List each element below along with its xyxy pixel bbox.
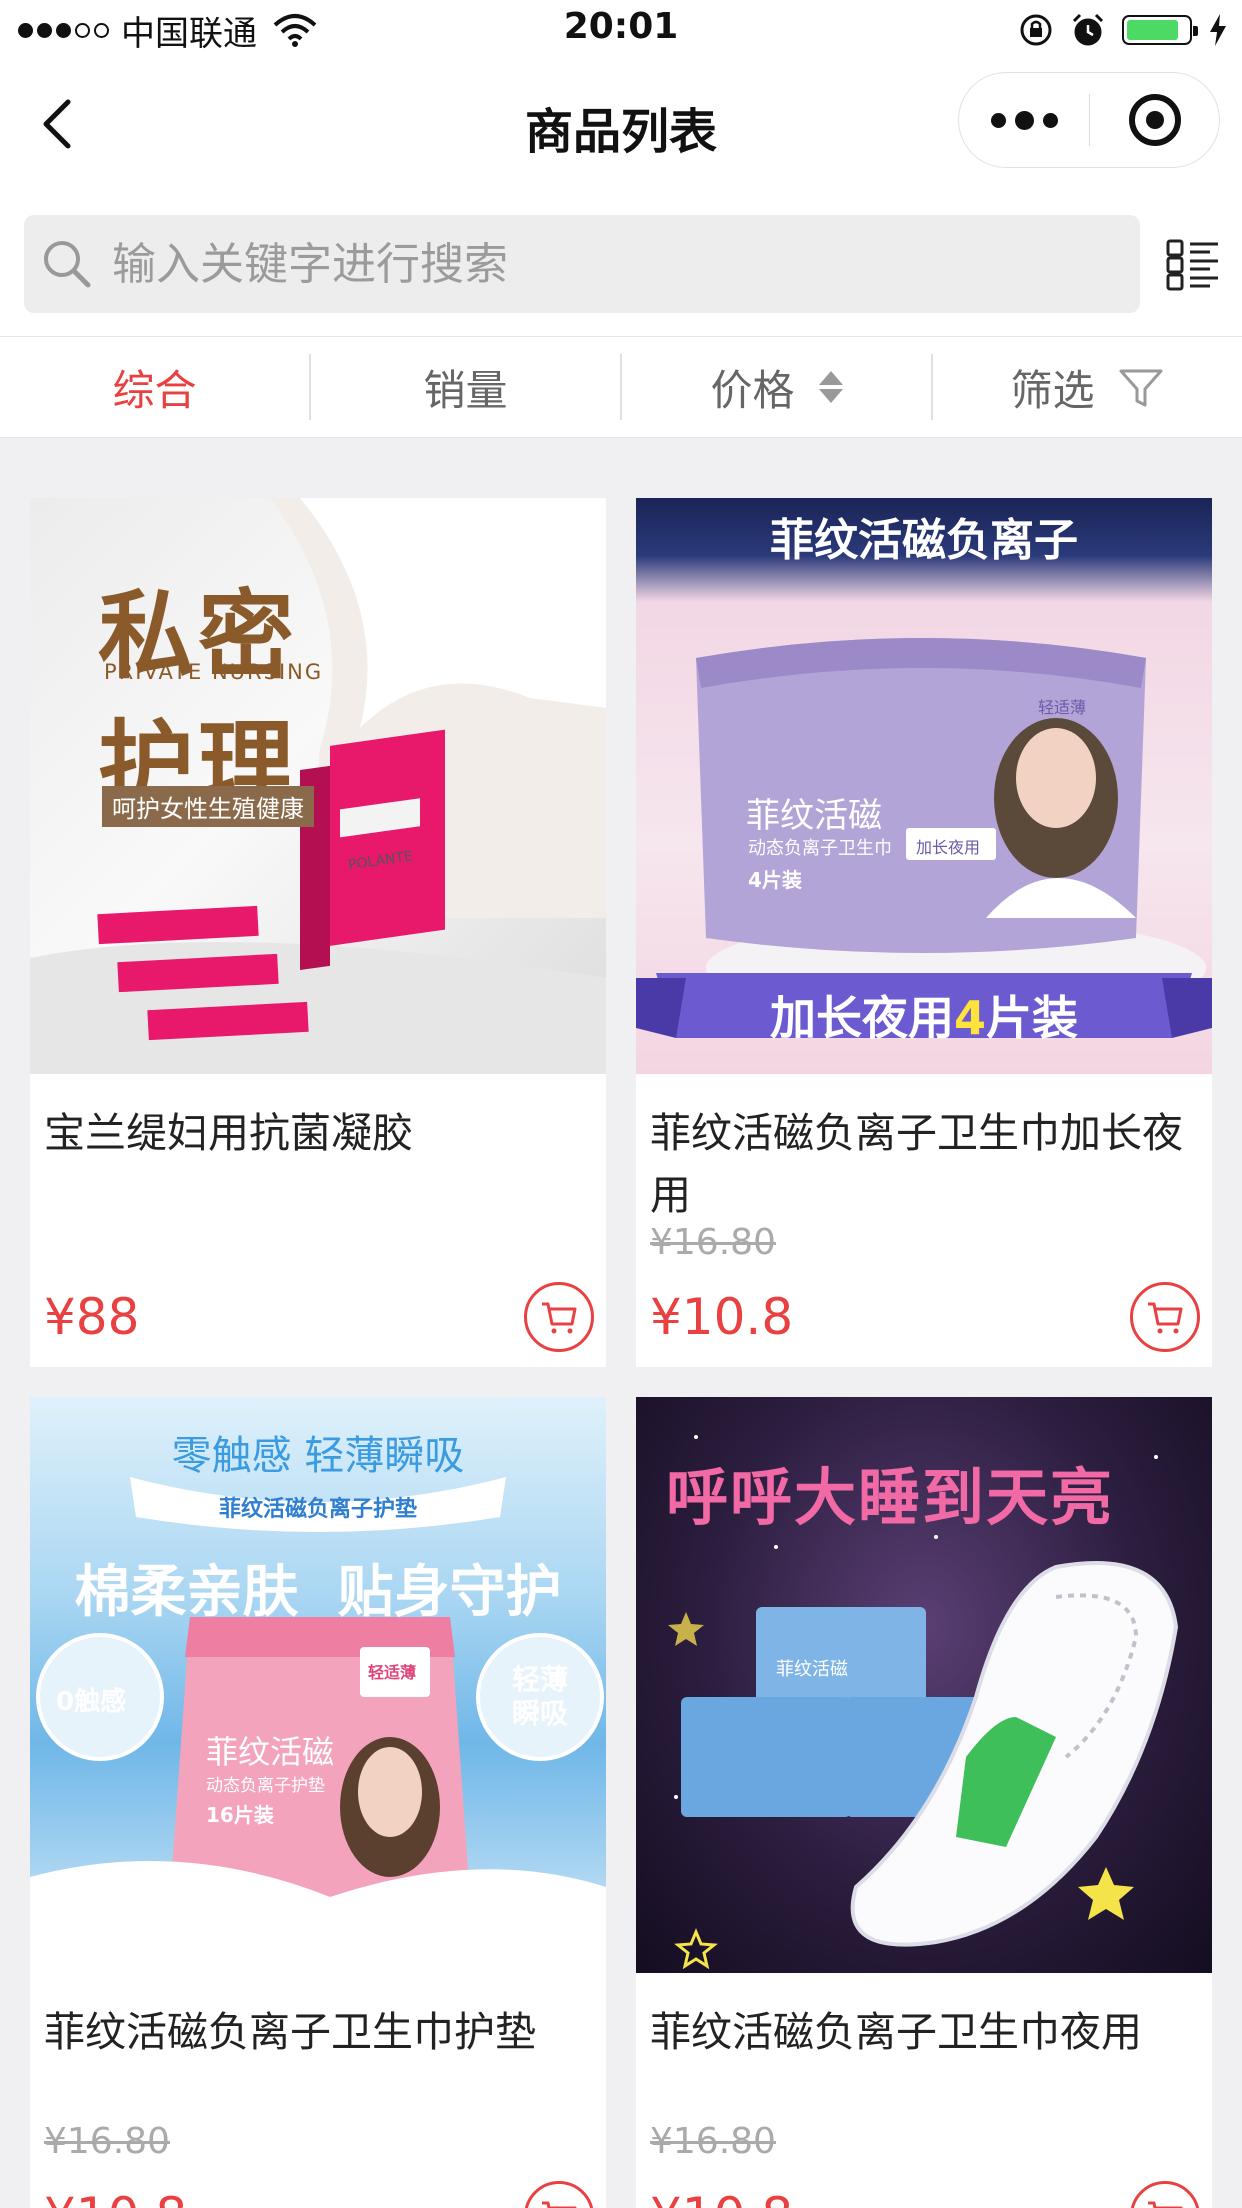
product-card[interactable]: 私密 PRIVATE NURSING 护理 呵护女性生殖健康 POLANTE 宝… [30, 498, 606, 1367]
banner-number: 4 [953, 991, 986, 1045]
cart-icon [542, 2201, 577, 2208]
add-to-cart-button[interactable] [524, 2181, 594, 2208]
product-original-price: ¥16.80 [650, 2121, 776, 2162]
search-box[interactable] [24, 215, 1140, 313]
image-tagline: 呵护女性生殖健康 [102, 786, 314, 827]
banner-text-2: 片装 [986, 991, 1078, 1045]
sort-tab-price[interactable]: 价格 [622, 354, 933, 420]
pack-tag: 加长夜用 [916, 838, 981, 857]
image-slogan: 棉柔亲肤 贴身守护 [74, 1560, 562, 1625]
cart-icon [542, 1302, 577, 1334]
filter-funnel-icon [1119, 369, 1162, 407]
search-input[interactable] [112, 238, 1092, 290]
pack-brand: 轻适薄 [1038, 698, 1087, 717]
product-price: ¥10.8 [44, 2187, 187, 2208]
search-icon [44, 241, 91, 288]
image-subtitle: PRIVATE NURSING [104, 660, 324, 684]
sort-tab-comprehensive[interactable]: 综合 [0, 354, 311, 420]
status-right [1018, 10, 1228, 50]
product-original-price: ¥16.80 [650, 1222, 776, 1263]
product-name[interactable]: 菲纹活磁负离子卫生巾护垫 [44, 2001, 592, 2063]
product-card[interactable]: 菲纹活磁负离子 轻适薄 菲纹活磁 动态负离子卫生巾 加长夜用 4片装 加长夜用4… [636, 498, 1212, 1367]
pack-title: 菲纹活磁 [206, 1733, 335, 1771]
product-price: ¥88 [44, 1288, 140, 1346]
add-to-cart-button[interactable] [1130, 2181, 1200, 2208]
close-mini-program-button[interactable] [1090, 72, 1219, 168]
pack-count: 4片装 [748, 868, 802, 892]
cart-icon [1148, 2201, 1183, 2208]
sort-bar: 综合 销量 价格 筛选 [0, 336, 1242, 438]
product-name[interactable]: 菲纹活磁负离子卫生巾加长夜用 [650, 1102, 1198, 1226]
image-ribbon: 菲纹活磁负离子护垫 [218, 1497, 417, 1522]
sort-tab-label: 综合 [112, 365, 197, 415]
more-menu-button[interactable] [959, 72, 1089, 168]
product-price: ¥10.8 [650, 1288, 794, 1346]
product-grid: 私密 PRIVATE NURSING 护理 呵护女性生殖健康 POLANTE 宝… [30, 498, 1212, 2208]
pack-subtitle: 动态负离子卫生巾 [748, 838, 892, 859]
product-card[interactable]: 呼呼大睡到天亮 菲纹活磁 菲纹活磁负离子卫生巾夜用 ¥16.80 ¥10.8 [636, 1397, 1212, 2208]
product-name[interactable]: 菲纹活磁负离子卫生巾夜用 [650, 2001, 1198, 2063]
bubble-right: 轻薄瞬吸 [511, 1663, 568, 1730]
alarm-icon [1072, 13, 1104, 46]
image-headline: 菲纹活磁负离子 [770, 515, 1078, 566]
pack-title: 菲纹活磁 [776, 1659, 848, 1680]
orientation-lock-icon [1020, 14, 1052, 46]
banner-text: 加长夜用 [769, 991, 954, 1045]
sort-tab-label: 筛选 [1010, 365, 1095, 415]
search-area [0, 186, 1242, 336]
target-icon [1128, 94, 1181, 146]
list-layout-icon[interactable] [1166, 238, 1220, 292]
cart-icon [1148, 1302, 1183, 1334]
bubble-left: 0触感 [56, 1687, 127, 1717]
battery-icon [1122, 15, 1198, 45]
image-headline: 呼呼大睡到天亮 [666, 1461, 1115, 1534]
product-name[interactable]: 宝兰缇妇用抗菌凝胶 [44, 1102, 592, 1164]
add-to-cart-button[interactable] [524, 1282, 594, 1352]
pack-title: 菲纹活磁 [746, 796, 882, 836]
sort-tab-sales[interactable]: 销量 [311, 354, 622, 420]
image-banner: 加长夜用4片装 [636, 982, 1212, 1048]
sort-tab-filter[interactable]: 筛选 [933, 354, 1242, 420]
product-image[interactable]: 呼呼大睡到天亮 菲纹活磁 [636, 1397, 1212, 1973]
sort-tab-label: 价格 [710, 365, 795, 415]
product-card[interactable]: 零触感 轻薄瞬吸 菲纹活磁负离子护垫 棉柔亲肤 贴身守护 0触感 轻薄瞬吸 轻适… [30, 1397, 606, 2208]
charging-bolt-icon [1210, 14, 1226, 46]
product-image[interactable]: 零触感 轻薄瞬吸 菲纹活磁负离子护垫 棉柔亲肤 贴身守护 0触感 轻薄瞬吸 轻适… [30, 1397, 606, 1973]
mini-program-capsule [958, 72, 1220, 168]
image-headline: 零触感 轻薄瞬吸 [171, 1433, 465, 1479]
product-image[interactable]: 菲纹活磁负离子 轻适薄 菲纹活磁 动态负离子卫生巾 加长夜用 4片装 加长夜用4… [636, 498, 1212, 1074]
status-bar: 中国联通 20:01 [0, 0, 1242, 62]
nav-bar: 商品列表 [0, 62, 1242, 186]
product-price: ¥10.8 [650, 2187, 793, 2208]
add-to-cart-button[interactable] [1130, 1282, 1200, 1352]
sort-arrows-icon [818, 371, 843, 403]
product-image[interactable]: 私密 PRIVATE NURSING 护理 呵护女性生殖健康 POLANTE [30, 498, 606, 1074]
pack-subtitle: 动态负离子护垫 [206, 1776, 325, 1796]
sort-tab-label: 销量 [423, 365, 508, 415]
pack-brand: 轻适薄 [368, 1663, 417, 1682]
product-original-price: ¥16.80 [44, 2121, 170, 2162]
pack-count: 16片装 [206, 1803, 274, 1827]
